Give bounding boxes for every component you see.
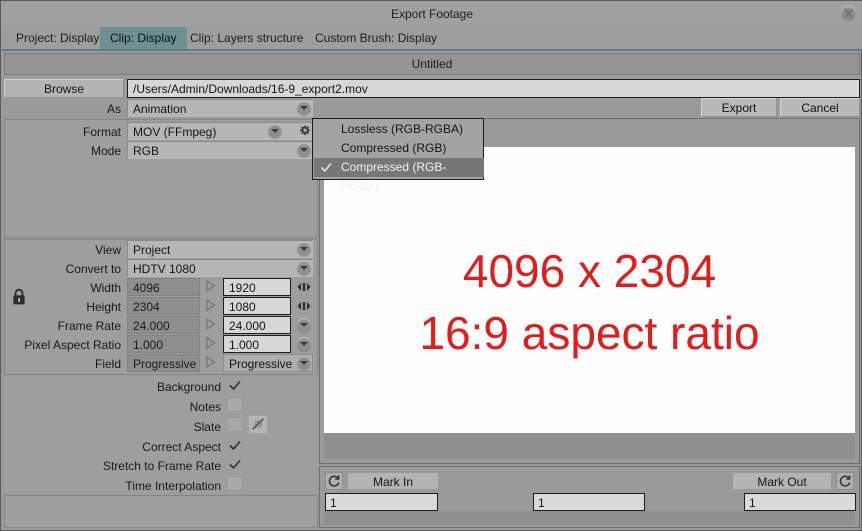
mark-out-refresh-icon[interactable] bbox=[836, 472, 854, 490]
convert-to-chevron-down-icon[interactable] bbox=[297, 261, 311, 275]
format-codec-menu: Lossless (RGB-RGBA) Compressed (RGB) Com… bbox=[312, 118, 484, 193]
slate-checkbox[interactable] bbox=[227, 417, 243, 432]
stretch-to-frame-rate-label: Stretch to Frame Rate bbox=[102, 459, 221, 473]
gear-disabled-icon bbox=[248, 415, 268, 434]
menu-item-compressed-rgb-rgba[interactable]: Compressed (RGB-RGBA) bbox=[314, 158, 484, 193]
view-select[interactable]: Project bbox=[127, 240, 313, 258]
height-target-input[interactable]: 1080 bbox=[223, 297, 291, 315]
frame-rate-label: Frame Rate bbox=[57, 319, 121, 333]
view-chevron-down-icon[interactable] bbox=[297, 242, 311, 256]
as-label: As bbox=[106, 102, 121, 116]
transport-footer-strip bbox=[324, 511, 855, 525]
pixel-aspect-ratio-chevron-down-icon[interactable] bbox=[297, 337, 311, 351]
frame-rate-target-input[interactable]: 24.000 bbox=[223, 316, 291, 334]
mark-in-refresh-icon[interactable] bbox=[325, 472, 343, 490]
width-target-input[interactable]: 1920 bbox=[223, 278, 291, 296]
browse-button[interactable]: Browse bbox=[4, 79, 124, 98]
frame-rate-source-value: 24.000 bbox=[127, 316, 200, 334]
tab-custom-brush-display[interactable]: Custom Brush: Display bbox=[305, 27, 447, 49]
format-label: Format bbox=[82, 125, 121, 139]
height-left-right-adjuster-icon[interactable] bbox=[296, 300, 312, 312]
transport-bar: Mark In Mark Out 1 1 1 bbox=[319, 466, 860, 528]
convert-to-select[interactable]: HDTV 1080 bbox=[127, 259, 313, 277]
as-chevron-down-icon[interactable] bbox=[297, 101, 311, 115]
frame-rate-transfer-arrow-icon bbox=[205, 317, 217, 331]
preview-canvas: 4096 x 2304 16:9 aspect ratio bbox=[324, 147, 855, 433]
current-frame-input[interactable]: 1 bbox=[533, 493, 645, 511]
pixel-aspect-ratio-transfer-arrow-icon bbox=[205, 336, 217, 350]
tab-project-display[interactable]: Project: Display bbox=[6, 27, 109, 49]
time-interpolation-checkbox[interactable] bbox=[227, 476, 243, 491]
field-source-value: Progressive bbox=[127, 354, 200, 372]
pixel-aspect-ratio-source-value: 1.000 bbox=[127, 335, 200, 353]
close-circle-icon[interactable] bbox=[841, 6, 856, 21]
window-title: Export Footage bbox=[390, 7, 474, 21]
document-title-bar: Untitled bbox=[4, 53, 860, 75]
field-chevron-down-icon[interactable] bbox=[297, 356, 311, 370]
format-chevron-down-icon[interactable] bbox=[268, 124, 282, 138]
mode-label: Mode bbox=[90, 144, 121, 158]
as-select[interactable]: Animation bbox=[127, 99, 313, 117]
tab-bar: Project: Display Clip: Display Clip: Lay… bbox=[2, 27, 862, 51]
mark-in-button[interactable]: Mark In bbox=[347, 472, 439, 490]
tab-clip-layers-structure[interactable]: Clip: Layers structure bbox=[180, 27, 313, 49]
height-label: Height bbox=[86, 300, 121, 314]
format-select[interactable]: MOV (FFmpeg) bbox=[127, 122, 313, 140]
frame-rate-chevron-down-icon[interactable] bbox=[297, 318, 311, 332]
width-source-value: 4096 bbox=[127, 278, 200, 296]
view-label: View bbox=[95, 243, 121, 257]
correct-aspect-label: Correct Aspect bbox=[142, 440, 221, 454]
left-panel-footer bbox=[4, 495, 318, 528]
mark-out-frame-input[interactable]: 1 bbox=[744, 493, 856, 511]
width-left-right-adjuster-icon[interactable] bbox=[296, 281, 312, 293]
mark-in-frame-input[interactable]: 1 bbox=[325, 493, 438, 511]
time-interpolation-label: Time Interpolation bbox=[125, 479, 221, 493]
menu-item-compressed-rgb[interactable]: Compressed (RGB) bbox=[314, 139, 484, 158]
correct-aspect-checkbox[interactable] bbox=[227, 438, 243, 453]
field-transfer-arrow-icon bbox=[205, 355, 217, 369]
title-bar: Export Footage bbox=[1, 1, 862, 27]
gear-icon[interactable] bbox=[296, 122, 313, 139]
output-path-input[interactable]: /Users/Admin/Downloads/16-9_export2.mov bbox=[127, 79, 860, 98]
stretch-to-frame-rate-checkbox[interactable] bbox=[227, 457, 243, 472]
notes-checkbox[interactable] bbox=[227, 397, 243, 412]
width-transfer-arrow-icon bbox=[205, 279, 217, 293]
background-checkbox[interactable] bbox=[227, 378, 243, 393]
mark-out-button[interactable]: Mark Out bbox=[732, 472, 832, 490]
height-source-value: 2304 bbox=[127, 297, 200, 315]
cancel-button[interactable]: Cancel bbox=[780, 98, 860, 117]
menu-selected-check-icon bbox=[320, 158, 333, 177]
notes-label: Notes bbox=[189, 400, 221, 414]
export-footage-dialog: Export Footage Project: Display Clip: Di… bbox=[0, 0, 862, 531]
background-label: Background bbox=[156, 380, 221, 394]
width-label: Width bbox=[90, 281, 121, 295]
height-transfer-arrow-icon bbox=[205, 298, 217, 312]
pixel-aspect-ratio-label: Pixel Aspect Ratio bbox=[24, 338, 121, 352]
preview-scrub-strip[interactable] bbox=[324, 433, 855, 459]
field-label: Field bbox=[94, 357, 121, 371]
convert-to-label: Convert to bbox=[65, 262, 121, 276]
preview-aspect-text: 16:9 aspect ratio bbox=[419, 307, 760, 359]
export-button[interactable]: Export bbox=[701, 98, 777, 117]
pixel-aspect-ratio-target-input[interactable]: 1.000 bbox=[223, 335, 291, 353]
slate-label: Slate bbox=[193, 420, 221, 434]
mode-select[interactable]: RGB bbox=[127, 141, 313, 159]
tab-clip-display[interactable]: Clip: Display bbox=[100, 27, 187, 49]
preview-resolution-text: 4096 x 2304 bbox=[462, 245, 717, 297]
menu-item-lossless-rgb-rgba[interactable]: Lossless (RGB-RGBA) bbox=[314, 120, 484, 139]
mode-chevron-down-icon[interactable] bbox=[297, 143, 311, 157]
